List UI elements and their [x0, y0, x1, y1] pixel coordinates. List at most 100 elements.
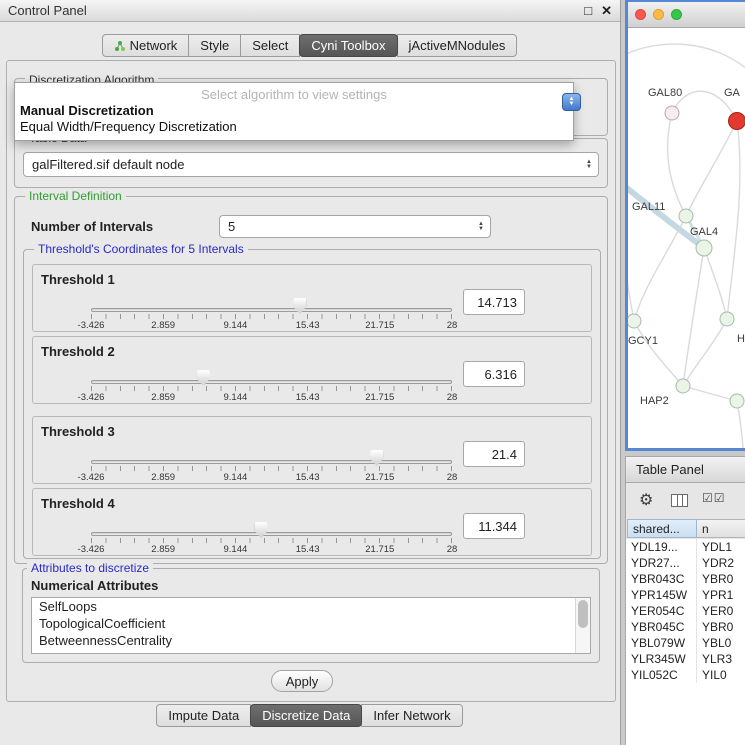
- cell-shared-name[interactable]: YIL052C: [626, 667, 696, 683]
- threshold-2-panel: Threshold 2 6.316 -3.426 2.859 9.144 15.…: [32, 336, 592, 404]
- threshold-slider[interactable]: -3.426 2.859 9.144 15.43 21.715 28: [91, 265, 452, 333]
- cell-shared-name[interactable]: YBL079W: [626, 635, 696, 651]
- cell-name[interactable]: YBR0: [696, 619, 745, 635]
- slider-track[interactable]: [91, 308, 452, 312]
- list-scrollbar[interactable]: [575, 598, 590, 653]
- slider-track[interactable]: [91, 380, 452, 384]
- cell-shared-name[interactable]: YLR345W: [626, 651, 696, 667]
- node-gcy1[interactable]: [628, 314, 641, 328]
- tab-discretize-data[interactable]: Discretize Data: [250, 704, 362, 727]
- slider-track[interactable]: [91, 532, 452, 536]
- scale-label: 28: [447, 544, 458, 555]
- tab-network[interactable]: Network: [102, 34, 190, 57]
- attributes-list: SelfLoops TopologicalCoefficient Between…: [31, 597, 591, 654]
- tab-infer-network[interactable]: Infer Network: [361, 704, 462, 727]
- table-row[interactable]: YDR27...YDR2: [626, 555, 745, 571]
- cell-shared-name[interactable]: YPR145W: [626, 587, 696, 603]
- table-header-row: shared... n: [626, 519, 745, 539]
- node-selected-red[interactable]: [729, 113, 745, 130]
- threshold-value-field[interactable]: 21.4: [463, 441, 525, 467]
- list-item-betweennesscentrality[interactable]: BetweennessCentrality: [32, 632, 590, 649]
- tab-select[interactable]: Select: [240, 34, 300, 57]
- slider-ticks: [91, 386, 452, 391]
- threshold-value-field[interactable]: 11.344: [463, 513, 525, 539]
- network-graph[interactable]: GAL80 GA GAL11 GAL4 GCY1 H HAP2: [628, 28, 745, 448]
- threshold-slider[interactable]: -3.426 2.859 9.144 15.43 21.715 28: [91, 337, 452, 405]
- cell-name[interactable]: YLR3: [696, 651, 745, 667]
- table-row[interactable]: YER054CYER0: [626, 603, 745, 619]
- cell-name[interactable]: YDR2: [696, 555, 745, 571]
- cell-name[interactable]: YBR0: [696, 571, 745, 587]
- threshold-value-field[interactable]: 14.713: [463, 289, 525, 315]
- node-h[interactable]: [720, 312, 734, 326]
- slider-scale: -3.426 2.859 9.144 15.43 21.715 28: [91, 544, 452, 555]
- table-panel-titlebar[interactable]: Table Panel: [625, 456, 745, 483]
- gear-icon[interactable]: ⚙: [639, 490, 653, 510]
- table-row[interactable]: YBL079WYBL0: [626, 635, 745, 651]
- column-header-shared-name[interactable]: shared...: [627, 519, 697, 538]
- dropdown-option-manual-discretization[interactable]: Manual Discretization: [15, 103, 573, 119]
- table-row[interactable]: YDL19...YDL1: [626, 539, 745, 555]
- control-panel-titlebar[interactable]: Control Panel □ ✕: [0, 0, 620, 22]
- table-panel-title: Table Panel: [636, 462, 704, 477]
- node-gal80[interactable]: [665, 106, 679, 120]
- slider-track[interactable]: [91, 460, 452, 464]
- list-item-selfloops[interactable]: SelfLoops: [32, 598, 590, 615]
- table-row[interactable]: YIL052CYIL0: [626, 667, 745, 683]
- cell-name[interactable]: YBL0: [696, 635, 745, 651]
- slider-ticks: [91, 466, 452, 471]
- cell-shared-name[interactable]: YBR043C: [626, 571, 696, 587]
- cell-shared-name[interactable]: YER054C: [626, 603, 696, 619]
- node-gal4[interactable]: [696, 240, 712, 256]
- close-traffic-light[interactable]: [635, 9, 646, 20]
- cell-shared-name[interactable]: YDL19...: [626, 539, 696, 555]
- select-checkboxes-icon[interactable]: ☑☑: [702, 491, 726, 505]
- close-window-icon[interactable]: ✕: [601, 3, 612, 19]
- tab-style[interactable]: Style: [188, 34, 241, 57]
- tab-jactivemnodules[interactable]: jActiveMNodules: [397, 34, 518, 57]
- tab-impute-data[interactable]: Impute Data: [156, 704, 251, 727]
- threshold-slider[interactable]: -3.426 2.859 9.144 15.43 21.715 28: [91, 489, 452, 557]
- threshold-value-field[interactable]: 6.316: [463, 361, 525, 387]
- table-row[interactable]: YPR145WYPR1: [626, 587, 745, 603]
- apply-button[interactable]: Apply: [271, 670, 333, 692]
- network-window-titlebar[interactable]: [628, 2, 745, 28]
- node-label: GAL80: [648, 87, 682, 99]
- scale-label: 2.859: [151, 320, 175, 331]
- scrollbar-thumb[interactable]: [578, 600, 588, 628]
- slider-scale: -3.426 2.859 9.144 15.43 21.715 28: [91, 392, 452, 403]
- scale-label: 28: [447, 320, 458, 331]
- float-window-icon[interactable]: □: [584, 3, 592, 18]
- algorithm-combo-stepper[interactable]: ▲ ▼: [562, 93, 581, 111]
- scale-label: 9.144: [224, 320, 248, 331]
- table-row[interactable]: YBR043CYBR0: [626, 571, 745, 587]
- combobox-arrows-icon: ▲▼: [586, 160, 592, 170]
- network-canvas[interactable]: GAL80 GA GAL11 GAL4 GCY1 H HAP2: [628, 28, 745, 448]
- table-row[interactable]: YLR345WYLR3: [626, 651, 745, 667]
- cell-name[interactable]: YIL0: [696, 667, 745, 683]
- cell-shared-name[interactable]: YBR045C: [626, 619, 696, 635]
- node-hap2[interactable]: [676, 379, 690, 393]
- combobox-value: 5: [228, 219, 235, 234]
- tab-cyni-toolbox[interactable]: Cyni Toolbox: [299, 34, 397, 57]
- node-gal11[interactable]: [679, 209, 693, 223]
- list-item-topologicalcoefficient[interactable]: TopologicalCoefficient: [32, 615, 590, 632]
- number-of-intervals-combobox[interactable]: 5 ▲▼: [219, 215, 491, 238]
- table-row[interactable]: YBR045CYBR0: [626, 619, 745, 635]
- cell-name[interactable]: YDL1: [696, 539, 745, 555]
- cell-shared-name[interactable]: YDR27...: [626, 555, 696, 571]
- table-data-combobox[interactable]: galFiltered.sif default node ▲▼: [23, 152, 599, 177]
- threshold-slider[interactable]: -3.426 2.859 9.144 15.43 21.715 28: [91, 417, 452, 485]
- dropdown-option-equal-width-frequency[interactable]: Equal Width/Frequency Discretization: [15, 119, 573, 135]
- column-header-name[interactable]: n: [697, 519, 745, 538]
- combobox-arrows-icon: ▲▼: [478, 222, 484, 232]
- node-label: HAP2: [640, 395, 669, 407]
- cell-name[interactable]: YPR1: [696, 587, 745, 603]
- minimize-traffic-light[interactable]: [653, 9, 664, 20]
- columns-icon[interactable]: [671, 494, 688, 507]
- algorithm-dropdown-popup: Select algorithm to view settings Manual…: [14, 82, 574, 141]
- interval-definition-group: Interval Definition Number of Intervals …: [14, 196, 608, 564]
- zoom-traffic-light[interactable]: [671, 9, 682, 20]
- node-corner[interactable]: [730, 394, 744, 408]
- cell-name[interactable]: YER0: [696, 603, 745, 619]
